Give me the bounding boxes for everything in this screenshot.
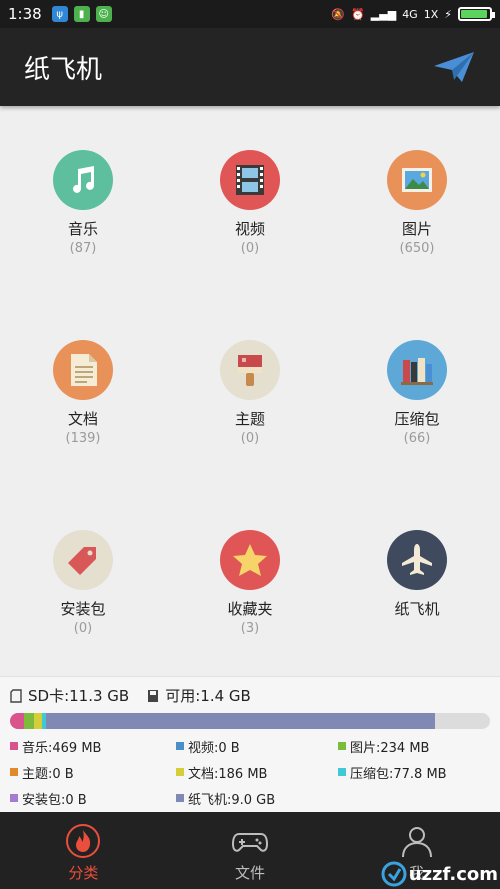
airplane-icon [387,530,447,590]
category-music[interactable]: 音乐 (87) [0,106,166,296]
battery-app-icon: ▮ [73,6,90,22]
status-time: 1:38 [8,5,42,23]
storage-summary: SD卡:11.3 GB 可用:1.4 GB [10,685,251,706]
watermark-logo: uzzf.com [381,861,498,887]
alarm-icon: ⏰ [351,7,365,21]
person-icon [401,827,432,858]
category-paper-plane[interactable]: 纸飞机 [334,486,500,676]
category-count: (3) [240,621,260,636]
category-label: 安装包 [60,600,106,618]
available-space: 可用:1.4 GB [165,687,251,705]
document-icon [53,340,113,400]
category-video[interactable]: 视频 (0) [167,106,333,296]
category-label: 纸飞机 [394,600,440,618]
category-count: (139) [65,431,101,446]
save-icon [148,689,159,702]
legend-item: 纸飞机:9.0 GB [176,789,275,808]
status-bar: 1:38 ψ ▮ ☺ 🔕 ⏰ ▂▄▆ 4G 1X ⚡ [0,0,500,28]
nav-label: 分类 [68,864,99,882]
app-title: 纸飞机 [24,54,103,85]
storage-usage-bar [10,713,490,729]
usage-seg-documents [34,713,42,729]
category-installers[interactable]: 安装包 (0) [0,486,166,676]
legend-item: 文档:186 MB [176,763,267,782]
flame-icon [66,824,101,858]
android-icon: ☺ [95,6,112,22]
category-label: 音乐 [67,220,98,238]
category-grid: 音乐 (87) 视频 (0) 图片 (650) 文档 (139) 主题 (0) … [0,106,500,676]
status-icons: 🔕 ⏰ ▂▄▆ 4G 1X ⚡ [331,7,495,21]
category-label: 压缩包 [394,410,440,428]
watermark-icon [381,861,407,887]
storage-panel: SD卡:11.3 GB 可用:1.4 GB 音乐:469 MB 视频:0 B 图… [0,676,500,812]
film-icon [220,150,280,210]
nav-label: 文件 [235,864,266,882]
category-label: 文档 [67,410,98,428]
category-count: (87) [69,241,97,256]
network-type-2: 1X [423,7,439,21]
legend-item: 视频:0 B [176,737,240,756]
category-count: (650) [399,241,435,256]
star-icon [220,530,280,590]
sd-card-icon [10,688,22,703]
legend-item: 主题:0 B [10,763,74,782]
signal-icon: ▂▄▆ [370,7,397,21]
legend-item: 图片:234 MB [338,737,429,756]
battery-icon [458,7,495,21]
sd-capacity: SD卡:11.3 GB [28,687,130,705]
network-type: 4G [402,7,418,21]
category-count: (0) [240,241,260,256]
category-count: (0) [73,621,93,636]
usb-icon: ψ [51,6,68,22]
picture-icon [387,150,447,210]
category-label: 视频 [234,220,265,238]
usage-seg-music [10,713,24,729]
category-favorites[interactable]: 收藏夹 (3) [167,486,333,676]
category-pictures[interactable]: 图片 (650) [334,106,500,296]
legend-item: 音乐:469 MB [10,737,101,756]
music-note-icon [53,150,113,210]
tag-icon [53,530,113,590]
books-icon [387,340,447,400]
category-label: 图片 [401,220,432,238]
legend-item: 压缩包:77.8 MB [338,763,447,782]
category-count: (66) [403,431,431,446]
paper-plane-icon[interactable] [432,50,476,84]
category-count: (0) [240,431,260,446]
usage-seg-pictures [24,713,34,729]
watermark-text: uzzf.com [408,863,498,885]
paint-brush-icon [220,340,280,400]
mute-icon: 🔕 [331,7,346,21]
app-bar: 纸飞机 [0,28,500,106]
legend-item: 安装包:0 B [10,789,87,808]
category-documents[interactable]: 文档 (139) [0,296,166,486]
usage-seg-paper-plane [46,713,435,729]
category-archives[interactable]: 压缩包 (66) [334,296,500,486]
category-label: 收藏夹 [227,600,273,618]
category-label: 主题 [234,410,265,428]
nav-tab-files[interactable]: 文件 [167,812,334,889]
gamepad-icon [232,833,268,852]
category-themes[interactable]: 主题 (0) [167,296,333,486]
nav-tab-category[interactable]: 分类 [0,812,167,889]
charging-icon: ⚡ [444,7,452,21]
